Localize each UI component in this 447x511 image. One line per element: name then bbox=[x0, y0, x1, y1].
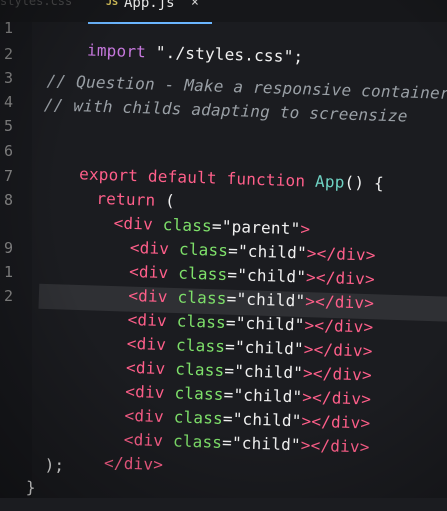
code-line-return-close: ); bbox=[44, 455, 65, 475]
div-close-tag: </div> bbox=[310, 435, 370, 457]
div-close-tag: </div> bbox=[103, 453, 164, 475]
function-tail: () { bbox=[344, 172, 385, 193]
equals: = bbox=[221, 432, 233, 453]
class-value: "child" bbox=[231, 433, 302, 455]
code-line-function-close: } bbox=[25, 477, 37, 498]
import-keyword: import bbox=[86, 40, 147, 62]
code-line-parent-close: </div> bbox=[64, 433, 164, 493]
code-editor[interactable]: import "./styles.css"; // Question - Mak… bbox=[0, 0, 447, 511]
function-name: App bbox=[314, 171, 345, 192]
import-path: "./styles.css"; bbox=[145, 42, 304, 67]
function-keyword: function bbox=[226, 168, 306, 191]
class-attribute: class bbox=[172, 431, 223, 452]
